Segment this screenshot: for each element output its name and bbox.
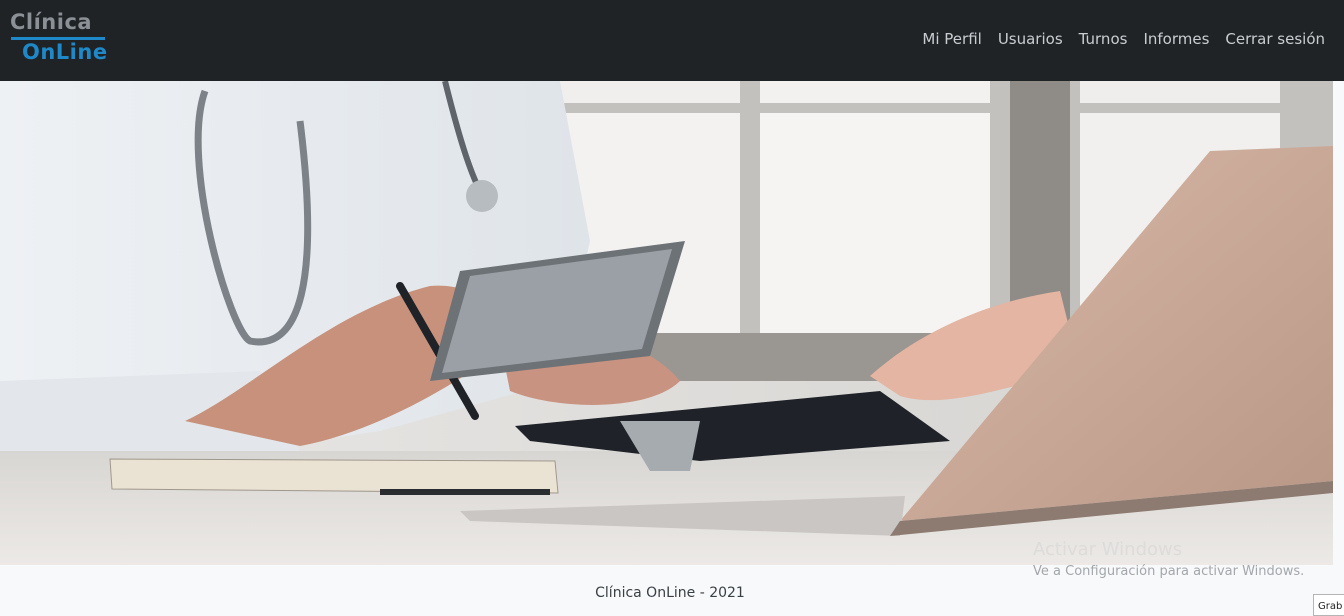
footer-copyright: Clínica OnLine - 2021: [595, 585, 745, 601]
windows-activation-hint: Ve a Configuración para activar Windows.: [1033, 564, 1305, 579]
clinic-logo[interactable]: Clínica OnLine: [10, 10, 110, 66]
hero-image: [0, 81, 1333, 565]
main-nav: Mi Perfil Usuarios Turnos Informes Cerra…: [922, 30, 1325, 48]
top-navbar: Clínica OnLine Mi Perfil Usuarios Turnos…: [0, 0, 1344, 81]
nav-link-informes[interactable]: Informes: [1143, 30, 1209, 48]
nav-link-cerrar-sesion[interactable]: Cerrar sesión: [1225, 30, 1325, 48]
logo-text-line1: Clínica: [10, 10, 93, 34]
windows-activation-title: Activar Windows: [1033, 539, 1183, 560]
nav-link-usuarios[interactable]: Usuarios: [998, 30, 1063, 48]
nav-link-turnos[interactable]: Turnos: [1079, 30, 1128, 48]
nav-link-mi-perfil[interactable]: Mi Perfil: [922, 30, 981, 48]
logo-text-line2: OnLine: [22, 40, 108, 64]
grab-button[interactable]: Grab: [1313, 594, 1344, 616]
